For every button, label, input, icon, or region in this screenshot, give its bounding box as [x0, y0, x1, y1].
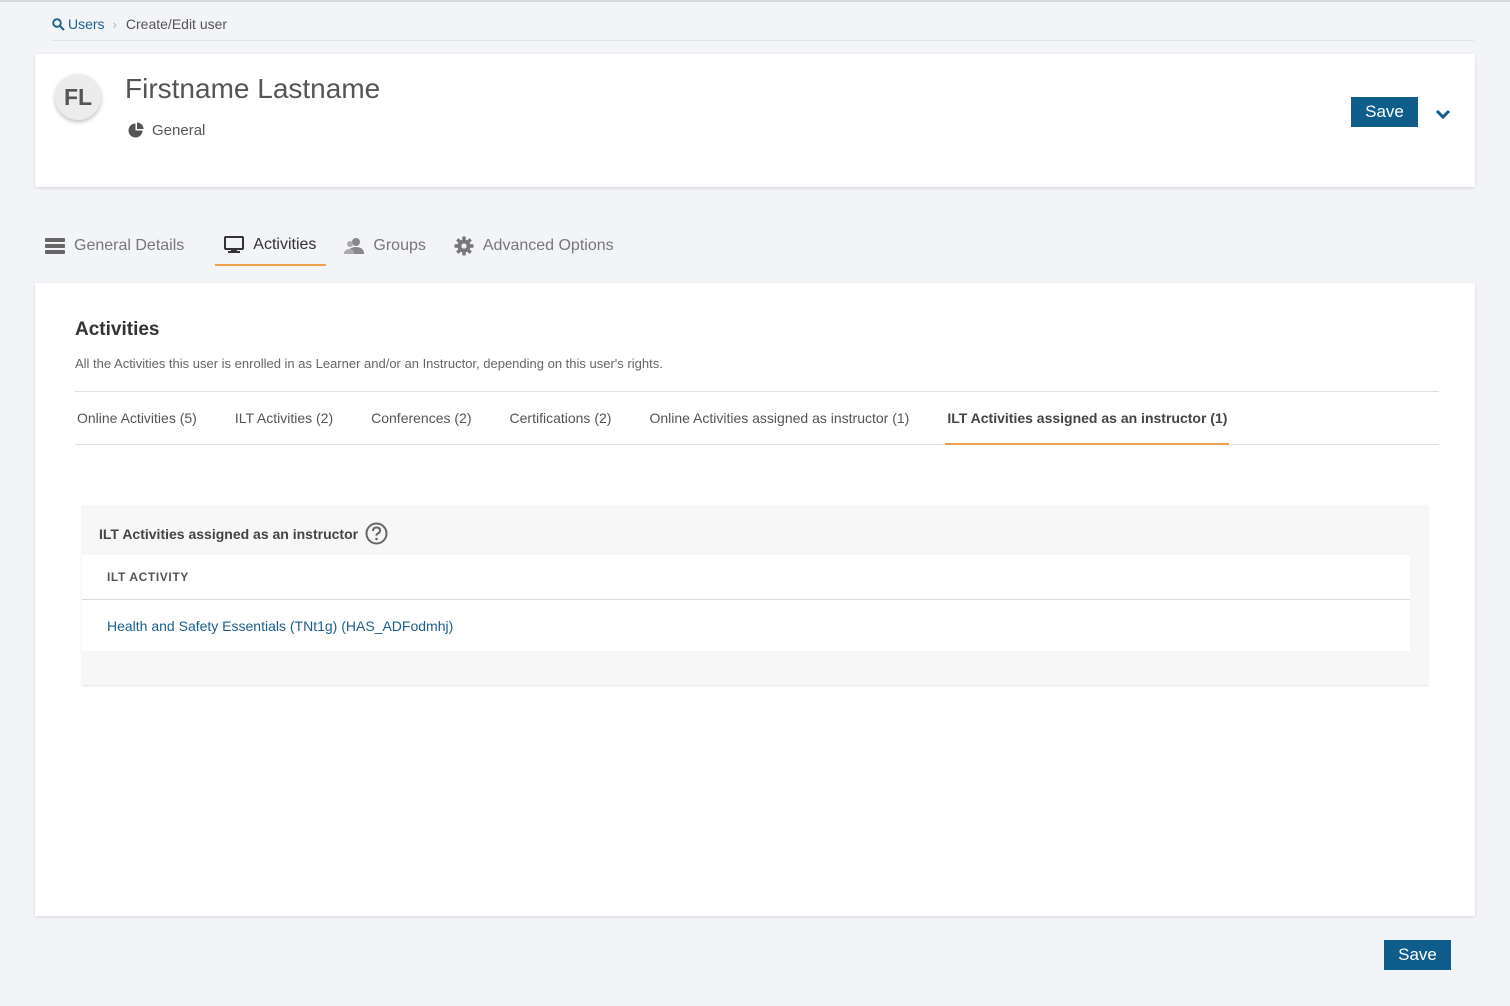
gear-icon: [454, 236, 474, 256]
subtab-online-activities[interactable]: Online Activities (5): [75, 392, 199, 444]
save-button-top[interactable]: Save: [1351, 97, 1418, 127]
monitor-icon: [224, 236, 245, 253]
tab-groups[interactable]: Groups: [344, 226, 435, 266]
activities-card: Activities All the Activities this user …: [35, 283, 1475, 916]
subtab-online-instructor[interactable]: Online Activities assigned as instructor…: [647, 392, 911, 444]
column-header-ilt-activity: ILT ACTIVITY: [82, 555, 1410, 600]
breadcrumb-users-link[interactable]: Users: [52, 16, 105, 32]
panel-title-label: ILT Activities assigned as an instructor: [99, 525, 359, 542]
breadcrumb-current: Create/Edit user: [125, 16, 228, 32]
save-button-bottom[interactable]: Save: [1384, 940, 1451, 970]
ilt-instructor-panel: ILT Activities assigned as an instructor…: [82, 505, 1428, 685]
activity-sub-tabs: Online Activities (5) ILT Activities (2)…: [75, 391, 1439, 445]
avatar: FL: [55, 74, 101, 120]
user-type: General: [127, 122, 205, 139]
tab-activities-label: Activities: [253, 236, 317, 253]
subtab-ilt-instructor[interactable]: ILT Activities assigned as an instructor…: [945, 392, 1230, 445]
table-row-link[interactable]: Health and Safety Essentials (TNt1g) (HA…: [82, 600, 1410, 651]
user-header-card: FL Firstname Lastname General Save: [35, 54, 1475, 187]
ilt-activity-table: ILT ACTIVITY Health and Safety Essential…: [82, 555, 1410, 651]
users-icon: [344, 238, 365, 254]
breadcrumb-users-label: Users: [68, 16, 105, 32]
tab-groups-label: Groups: [373, 237, 426, 254]
subtab-conferences[interactable]: Conferences (2): [369, 392, 473, 444]
main-tabs: General Details Activities Groups Advanc…: [45, 226, 642, 268]
tab-general-details[interactable]: General Details: [45, 226, 194, 266]
tab-general-details-label: General Details: [74, 237, 185, 254]
help-icon: [365, 522, 388, 545]
section-description: All the Activities this user is enrolled…: [75, 356, 663, 371]
subtab-ilt-activities[interactable]: ILT Activities (2): [233, 392, 335, 444]
more-options-button[interactable]: [1433, 104, 1453, 124]
tab-activities[interactable]: Activities: [215, 226, 327, 266]
panel-title: ILT Activities assigned as an instructor: [99, 522, 388, 545]
subtab-certifications[interactable]: Certifications (2): [508, 392, 614, 444]
top-border: [0, 0, 1510, 2]
tab-advanced-options-label: Advanced Options: [482, 237, 614, 254]
pie-chart-icon: [128, 122, 144, 138]
breadcrumb: Users › Create/Edit user: [52, 14, 1474, 41]
help-button[interactable]: [365, 522, 388, 545]
search-icon: [52, 17, 65, 31]
list-icon: [45, 238, 65, 254]
user-type-label: General: [152, 122, 206, 139]
breadcrumb-chevron-icon: ›: [112, 16, 117, 32]
section-title: Activities: [75, 319, 160, 340]
page-title: Firstname Lastname: [125, 73, 381, 104]
chevron-down-icon: [1435, 109, 1451, 119]
tab-advanced-options[interactable]: Advanced Options: [454, 226, 624, 266]
